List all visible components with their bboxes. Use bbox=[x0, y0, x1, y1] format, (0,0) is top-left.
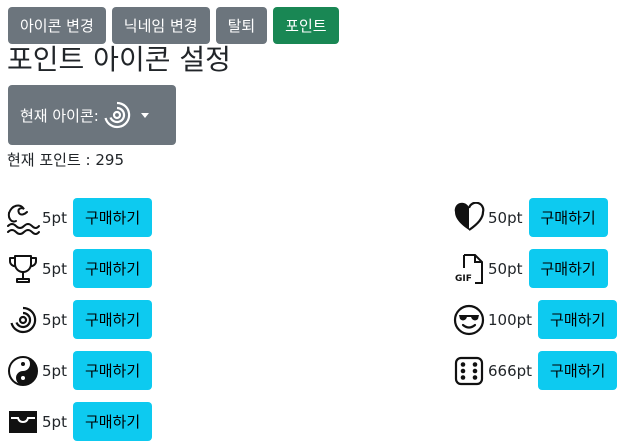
item-price: 50pt bbox=[488, 208, 523, 227]
dice-six-icon bbox=[452, 354, 486, 388]
buy-button[interactable]: 구매하기 bbox=[72, 351, 153, 390]
shop-item: 5pt 구매하기 bbox=[6, 300, 153, 339]
trophy-icon bbox=[6, 252, 40, 286]
tab-withdraw[interactable]: 탈퇴 bbox=[215, 7, 268, 44]
shop-item: 5pt 구매하기 bbox=[6, 249, 153, 288]
buy-button[interactable]: 구매하기 bbox=[72, 198, 153, 237]
heart-half-icon bbox=[452, 201, 486, 235]
item-price: 50pt bbox=[488, 259, 523, 278]
inbox-icon bbox=[6, 405, 40, 439]
spiral-icon bbox=[101, 99, 133, 131]
shop-item: 50pt 구매하기 bbox=[452, 198, 608, 237]
sunglasses-emoji-icon bbox=[452, 303, 486, 337]
gif-file-icon: GIF bbox=[452, 252, 486, 286]
tab-change-icon[interactable]: 아이콘 변경 bbox=[8, 7, 106, 44]
shop-item: 100pt 구매하기 bbox=[452, 300, 618, 339]
current-points: 현재 포인트 : 295 bbox=[7, 151, 124, 169]
item-price: 5pt bbox=[42, 259, 67, 278]
shop-item: 5pt 구매하기 bbox=[6, 351, 153, 390]
tab-change-nickname[interactable]: 닉네임 변경 bbox=[111, 7, 210, 44]
page-title: 포인트 아이콘 설정 bbox=[7, 43, 231, 76]
yin-yang-icon bbox=[6, 354, 40, 388]
item-price: 5pt bbox=[42, 361, 67, 380]
buy-button[interactable]: 구매하기 bbox=[528, 249, 608, 288]
buy-button[interactable]: 구매하기 bbox=[72, 300, 153, 339]
shop-item: GIF 50pt 구매하기 bbox=[452, 249, 608, 288]
spiral-icon bbox=[6, 303, 40, 337]
current-icon-label: 현재 아이콘: bbox=[20, 106, 99, 125]
current-icon-dropdown[interactable]: 현재 아이콘: bbox=[8, 85, 176, 145]
item-price: 5pt bbox=[42, 208, 67, 227]
item-price: 5pt bbox=[42, 310, 67, 329]
shop-item: 5pt 구매하기 bbox=[6, 402, 153, 441]
buy-button[interactable]: 구매하기 bbox=[538, 351, 618, 390]
tab-points[interactable]: 포인트 bbox=[273, 7, 339, 44]
buy-button[interactable]: 구매하기 bbox=[528, 198, 608, 237]
item-price: 100pt bbox=[488, 310, 533, 329]
buy-button[interactable]: 구매하기 bbox=[72, 402, 153, 441]
svg-text:GIF: GIF bbox=[455, 274, 472, 284]
item-price: 5pt bbox=[42, 412, 67, 431]
tab-bar: 아이콘 변경 닉네임 변경 탈퇴 포인트 bbox=[8, 7, 339, 44]
chevron-down-icon bbox=[140, 112, 149, 118]
item-price: 666pt bbox=[488, 361, 533, 380]
wave-icon bbox=[6, 201, 40, 235]
shop-item: 666pt 구매하기 bbox=[452, 351, 618, 390]
buy-button[interactable]: 구매하기 bbox=[72, 249, 153, 288]
shop-item: 5pt 구매하기 bbox=[6, 198, 153, 237]
buy-button[interactable]: 구매하기 bbox=[538, 300, 618, 339]
